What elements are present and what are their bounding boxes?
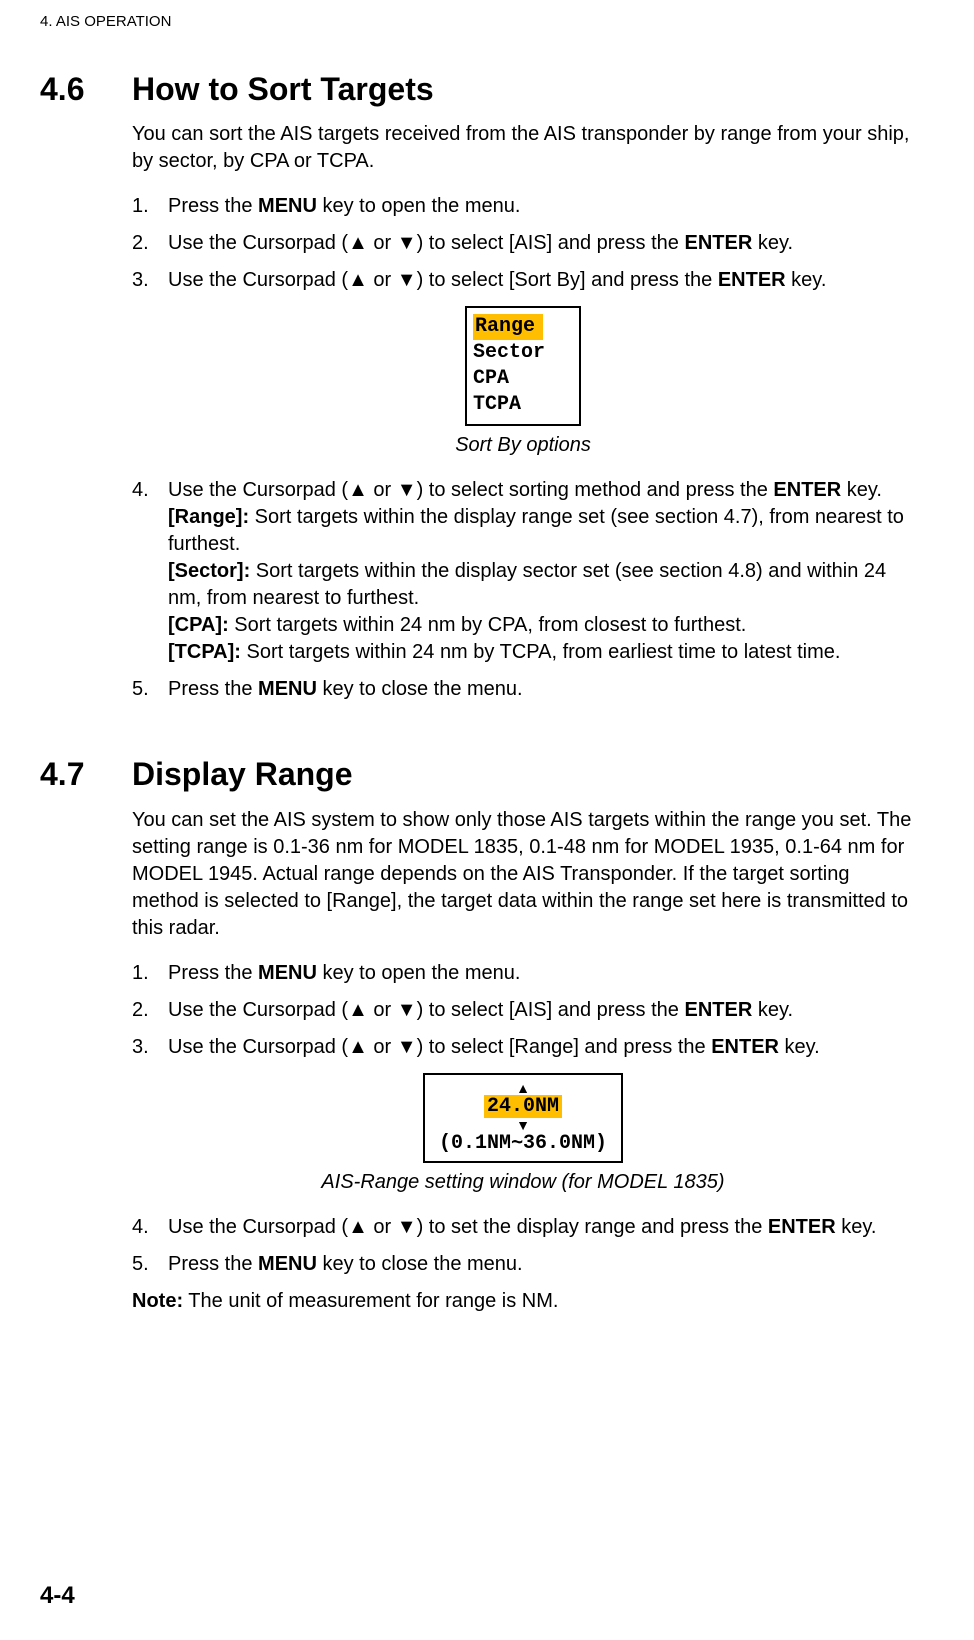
step-text: Use the Cursorpad (▲ or ▼) to select [Ra… [168,1034,914,1061]
range-value: 24.0NM [484,1095,562,1118]
note-text: The unit of measurement for range is NM. [183,1290,558,1312]
list-item: 4. Use the Cursorpad (▲ or ▼) to select … [132,477,914,666]
section-body: You can sort the AIS targets received fr… [132,121,914,703]
list-item: 2. Use the Cursorpad (▲ or ▼) to select … [132,230,914,257]
step-number: 5. [132,676,168,703]
step-number: 1. [132,960,168,987]
step-text: Press the MENU key to close the menu. [168,676,914,703]
ordered-list: 1. Press the MENU key to open the menu. … [132,193,914,294]
ordered-list: 4. Use the Cursorpad (▲ or ▼) to select … [132,477,914,703]
step-text: Use the Cursorpad (▲ or ▼) to select [So… [168,267,914,294]
step-text: Use the Cursorpad (▲ or ▼) to select [AI… [168,230,914,257]
section-number: 4.6 [40,68,132,111]
step-number: 4. [132,1214,168,1241]
intro-paragraph: You can sort the AIS targets received fr… [132,121,914,175]
step-text: Use the Cursorpad (▲ or ▼) to select sor… [168,477,914,666]
section-number: 4.7 [40,753,132,796]
range-setting-box: ▲ 24.0NM ▼ (0.1NM∼36.0NM) [423,1073,623,1163]
step-number: 1. [132,193,168,220]
list-item: 2. Use the Cursorpad (▲ or ▼) to select … [132,997,914,1024]
list-item: 1. Press the MENU key to open the menu. [132,193,914,220]
figure-sortby: Range Sector CPA TCPA [132,306,914,426]
list-item: 5. Press the MENU key to close the menu. [132,676,914,703]
range-limits: (0.1NM∼36.0NM) [439,1132,607,1155]
list-item: 3. Use the Cursorpad (▲ or ▼) to select … [132,1034,914,1061]
figure-caption: AIS-Range setting window (for MODEL 1835… [132,1169,914,1196]
running-header: 4. AIS OPERATION [40,12,914,32]
step-text: Press the MENU key to close the menu. [168,1251,914,1278]
step-text: Press the MENU key to open the menu. [168,960,914,987]
section-heading: 4.7 Display Range [40,753,914,796]
step-number: 5. [132,1251,168,1278]
note-label: Note: [132,1290,183,1312]
section-heading: 4.6 How to Sort Targets [40,68,914,111]
step-number: 3. [132,1034,168,1061]
step-number: 2. [132,230,168,257]
list-item: 5. Press the MENU key to close the menu. [132,1251,914,1278]
option-range: Range [473,314,543,340]
note: Note: The unit of measurement for range … [132,1288,914,1315]
list-item: 3. Use the Cursorpad (▲ or ▼) to select … [132,267,914,294]
step-text: Use the Cursorpad (▲ or ▼) to set the di… [168,1214,914,1241]
step-text: Use the Cursorpad (▲ or ▼) to select [AI… [168,997,914,1024]
section-body: You can set the AIS system to show only … [132,807,914,1315]
ordered-list: 4. Use the Cursorpad (▲ or ▼) to set the… [132,1214,914,1278]
triangle-up-icon: ▲ [439,1081,607,1095]
section-title: How to Sort Targets [132,68,434,111]
intro-paragraph: You can set the AIS system to show only … [132,807,914,942]
list-item: 1. Press the MENU key to open the menu. [132,960,914,987]
figure-caption: Sort By options [132,432,914,459]
step-number: 2. [132,997,168,1024]
option-tcpa: TCPA [473,392,569,418]
ordered-list: 1. Press the MENU key to open the menu. … [132,960,914,1061]
step-text: Press the MENU key to open the menu. [168,193,914,220]
option-sector: Sector [473,340,569,366]
step-number: 3. [132,267,168,294]
triangle-down-icon: ▼ [439,1118,607,1132]
list-item: 4. Use the Cursorpad (▲ or ▼) to set the… [132,1214,914,1241]
page: 4. AIS OPERATION 4.6 How to Sort Targets… [0,0,974,1640]
page-number: 4-4 [40,1580,75,1612]
section-title: Display Range [132,753,353,796]
sortby-options-box: Range Sector CPA TCPA [465,306,581,426]
step-number: 4. [132,477,168,666]
option-cpa: CPA [473,366,569,392]
figure-range: ▲ 24.0NM ▼ (0.1NM∼36.0NM) [132,1073,914,1163]
